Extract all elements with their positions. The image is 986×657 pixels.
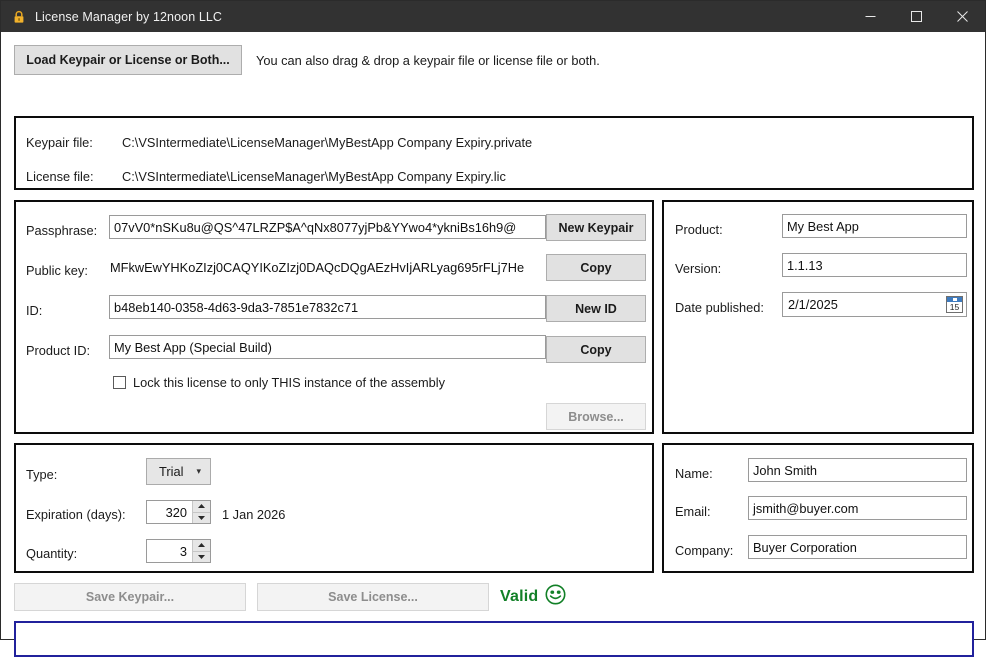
minimize-button[interactable] [847, 1, 893, 32]
lock-icon [12, 10, 26, 24]
buyer-group: Name: John Smith Email: jsmith@buyer.com… [662, 443, 974, 573]
expiration-value[interactable]: 320 [147, 501, 192, 523]
passphrase-label: Passphrase: [26, 223, 98, 238]
product-input[interactable]: My Best App [782, 214, 967, 238]
save-keypair-button[interactable]: Save Keypair... [14, 583, 246, 611]
public-key-value: MFkwEwYHKoZIzj0CAQYIKoZIzj0DAQcDQgAEzHvI… [110, 259, 525, 275]
expiration-decrement-icon[interactable] [193, 512, 210, 523]
close-button[interactable] [939, 1, 985, 32]
chevron-down-icon: ▾ [196, 466, 201, 476]
company-input[interactable]: Buyer Corporation [748, 535, 967, 559]
email-input[interactable]: jsmith@buyer.com [748, 496, 967, 520]
license-file-path: C:\VSIntermediate\LicenseManager\MyBestA… [122, 169, 506, 184]
expiration-date-text: 1 Jan 2026 [222, 507, 286, 522]
license-group: Type: Trial ▾ Expiration (days): 320 1 J… [14, 443, 654, 573]
files-group: Keypair file: C:\VSIntermediate\LicenseM… [14, 116, 974, 190]
name-label: Name: [675, 466, 713, 481]
company-label: Company: [675, 543, 734, 558]
new-id-button[interactable]: New ID [546, 295, 646, 322]
save-license-button[interactable]: Save License... [257, 583, 489, 611]
lock-license-checkbox[interactable] [113, 376, 126, 389]
id-input[interactable]: b48eb140-0358-4d63-9da3-7851e7832c71 [109, 295, 546, 319]
name-input[interactable]: John Smith [748, 458, 967, 482]
product-group: Product: My Best App Version: 1.1.13 Dat… [662, 200, 974, 434]
date-published-value: 2/1/2025 [788, 297, 838, 312]
expiration-increment-icon[interactable] [193, 501, 210, 513]
expiration-stepper[interactable]: 320 [146, 500, 211, 524]
license-file-label: License file: [26, 169, 94, 184]
quantity-stepper-arrows [192, 540, 210, 562]
title-bar: License Manager by 12noon LLC [1, 1, 985, 32]
message-bar[interactable] [14, 621, 974, 657]
product-id-label: Product ID: [26, 343, 91, 358]
maximize-button[interactable] [893, 1, 939, 32]
copy-public-key-button[interactable]: Copy [546, 254, 646, 281]
application-window: License Manager by 12noon LLC Load Keypa… [0, 0, 986, 657]
client-area: Load Keypair or License or Both... You c… [1, 32, 985, 657]
copy-product-id-button[interactable]: Copy [546, 336, 646, 363]
toolbar: Load Keypair or License or Both... You c… [14, 43, 974, 77]
date-published-label: Date published: [675, 300, 764, 315]
quantity-stepper[interactable]: 3 [146, 539, 211, 563]
quantity-label: Quantity: [26, 546, 78, 561]
keypair-file-label: Keypair file: [26, 135, 93, 150]
quantity-increment-icon[interactable] [193, 540, 210, 552]
public-key-label: Public key: [26, 263, 88, 278]
version-input[interactable]: 1.1.13 [782, 253, 967, 277]
type-label: Type: [26, 467, 58, 482]
type-select[interactable]: Trial ▾ [146, 458, 211, 485]
window-title: License Manager by 12noon LLC [35, 9, 223, 24]
passphrase-input[interactable]: 07vV0*nSKu8u@QS^47LRZP$A^qNx8077yjPb&YYw… [109, 215, 546, 239]
expiration-stepper-arrows [192, 501, 210, 523]
keypair-group: Passphrase: 07vV0*nSKu8u@QS^47LRZP$A^qNx… [14, 200, 654, 434]
drag-drop-hint: You can also drag & drop a keypair file … [256, 52, 600, 68]
status-badge: Valid [500, 588, 539, 605]
keypair-file-path: C:\VSIntermediate\LicenseManager\MyBestA… [122, 135, 533, 150]
quantity-value[interactable]: 3 [147, 540, 192, 562]
status-area: Valid [500, 583, 566, 611]
new-keypair-button[interactable]: New Keypair [546, 214, 646, 241]
calendar-day: 15 [949, 301, 960, 312]
lock-license-checkbox-row[interactable]: Lock this license to only THIS instance … [113, 375, 445, 390]
product-label: Product: [675, 222, 723, 237]
browse-button[interactable]: Browse... [546, 403, 646, 430]
load-keypair-or-license-button[interactable]: Load Keypair or License or Both... [14, 45, 242, 75]
email-label: Email: [675, 504, 711, 519]
id-label: ID: [26, 303, 43, 318]
calendar-icon[interactable]: 15 [946, 296, 963, 313]
type-selected-value: Trial [159, 464, 184, 479]
quantity-decrement-icon[interactable] [193, 551, 210, 562]
lock-license-label: Lock this license to only THIS instance … [133, 375, 446, 390]
expiration-label: Expiration (days): [26, 507, 126, 522]
product-id-input[interactable]: My Best App (Special Build) [109, 335, 546, 359]
window-controls [847, 1, 985, 32]
date-published-picker[interactable]: 2/1/2025 15 [782, 292, 967, 317]
version-label: Version: [675, 261, 722, 276]
smiley-face-icon [545, 584, 566, 610]
